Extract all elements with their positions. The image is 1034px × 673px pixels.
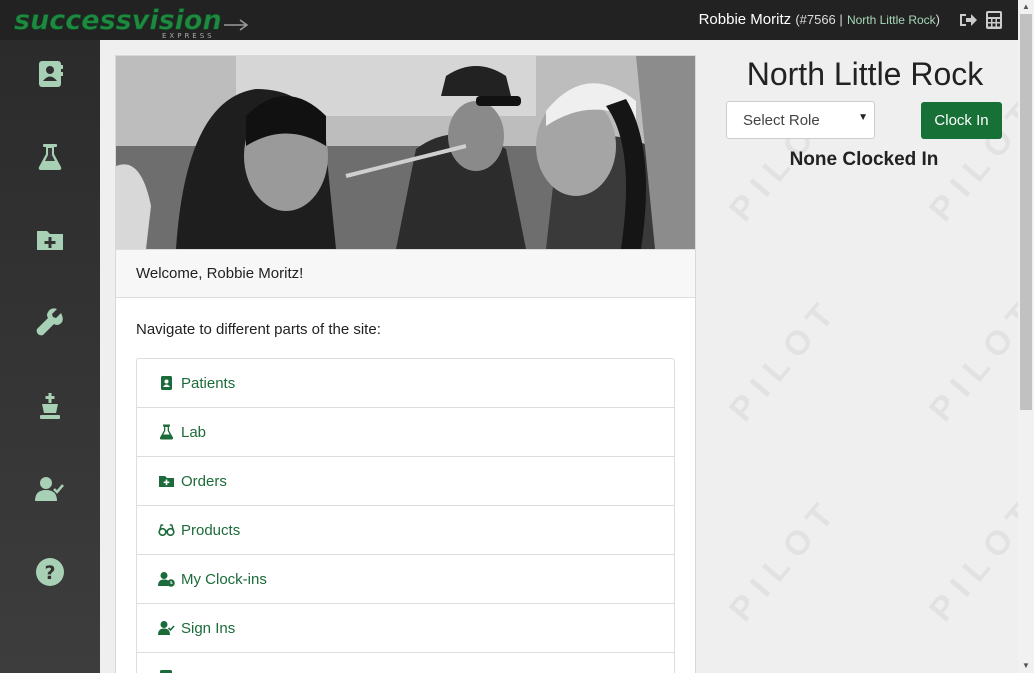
nav-item-label: Patients [181,374,236,392]
location-title: North Little Rock [746,56,984,92]
successvision-logo[interactable]: successvision EXPRESS [12,3,252,39]
role-select[interactable]: Select Role ▼ [726,101,875,139]
pilot-watermark: PILOT [921,489,1018,629]
user-check-icon [158,621,175,635]
nav-item-label: My Clock-ins [181,570,267,588]
svg-text:?: ? [44,562,55,584]
pilot-watermark: PILOT [921,289,1018,429]
nav-item-partial[interactable] [137,653,674,673]
sidebar-item-orders[interactable] [34,224,66,256]
nav-item-sign-ins[interactable]: Sign Ins [137,604,674,653]
nav-item-label: Orders [181,472,227,490]
patients-icon [39,61,63,87]
clock-status: None Clocked In [789,149,939,170]
nav-item-my-clock-ins[interactable]: My Clock-ins [137,555,674,604]
scroll-up-icon[interactable]: ▲ [1022,2,1030,11]
scroll-down-icon[interactable]: ▼ [1022,661,1030,670]
nav-item-products[interactable]: Products [137,506,674,555]
user-clock-icon [158,572,175,587]
sidebar-item-chess[interactable] [34,390,66,422]
nav-item-orders[interactable]: Orders [137,457,674,506]
nav-item-patients[interactable]: Patients [137,359,674,408]
nav-item-label: Lab [181,423,207,441]
welcome-message: Welcome, Robbie Moritz! [116,249,695,298]
logout-icon[interactable] [958,10,978,30]
user-id: (#7566 | [795,12,843,27]
nav-list: Patients Lab Orders Products My Clock-in… [136,358,675,673]
svg-text:EXPRESS: EXPRESS [162,32,215,39]
user-location-link[interactable]: North Little Rock [847,13,936,27]
nav-intro: Navigate to different parts of the site: [136,321,381,338]
nav-item-label: Sign Ins [181,619,236,637]
user-check-icon [35,477,64,501]
wrench-icon [36,308,63,336]
user-id-close: ) [935,12,940,27]
partial-icon [160,670,172,673]
sidebar-item-tools[interactable] [34,307,66,339]
pilot-watermark: PILOT [721,489,848,629]
help-circle-icon: ? [36,558,64,586]
chess-king-icon [40,393,60,419]
pilot-watermark: PILOT [721,289,848,429]
sidebar: ? [0,40,100,673]
welcome-card: Welcome, Robbie Moritz! Navigate to diff… [115,55,696,673]
folder-plus-icon [159,476,174,487]
flask-icon [159,424,174,440]
clock-in-button[interactable]: Clock In [921,102,1002,139]
patients-icon [161,376,172,390]
calculator-icon[interactable] [984,10,1004,30]
page-scrollbar[interactable]: ▲ ▼ [1018,0,1034,673]
top-bar: successvision EXPRESS Robbie Moritz (#75… [0,0,1018,40]
hero-photo [116,56,695,249]
sidebar-item-lab[interactable] [34,141,66,173]
nav-item-lab[interactable]: Lab [137,408,674,457]
sidebar-item-patients[interactable] [34,58,66,90]
sidebar-item-user-check[interactable] [34,473,66,505]
glasses-icon [158,524,175,537]
role-select-value: Select Role [743,112,820,129]
orders-folder-icon [37,231,63,250]
scroll-thumb[interactable] [1020,14,1032,410]
sidebar-item-help[interactable]: ? [34,556,66,588]
lab-flask-icon [38,144,62,170]
nav-item-label: Products [181,521,241,539]
user-info: Robbie Moritz (#7566 | North Little Rock… [699,11,940,28]
clock-panel: PILOT PILOT PILOT PILOT PILOT PILOT Nort… [700,40,1018,673]
caret-down-icon: ▼ [858,112,868,123]
user-name: Robbie Moritz [698,11,792,28]
